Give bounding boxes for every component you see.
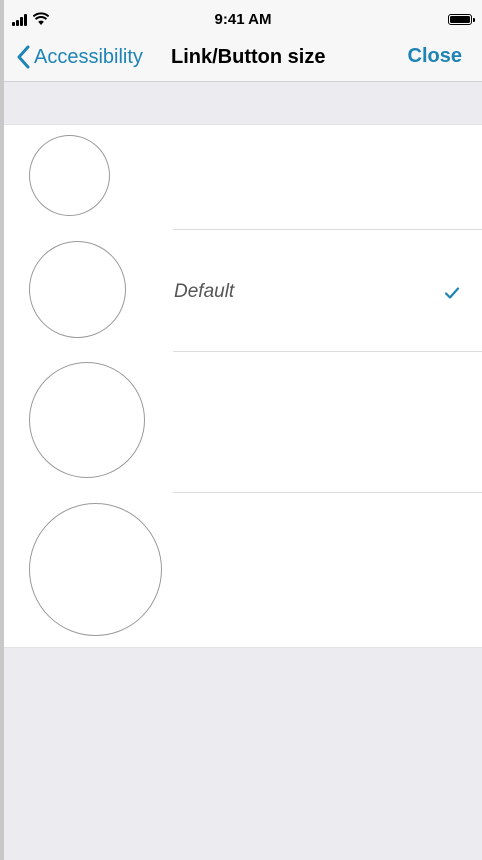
status-bar-top: [4, 0, 482, 8]
size-preview-circle: [29, 503, 162, 636]
page-title: Link/Button size: [171, 46, 326, 68]
status-bar: 9:41 AM: [4, 8, 482, 32]
checkmark-icon: [444, 287, 460, 299]
size-preview-circle: [29, 241, 126, 338]
screen: 9:41 AM Accessibility Link/Button size C…: [4, 0, 482, 860]
size-option-extra-large[interactable]: [4, 493, 482, 647]
size-preview-circle: [29, 362, 145, 478]
battery-icon: [448, 14, 475, 25]
size-option-label: Default: [174, 281, 235, 302]
chevron-left-icon: [17, 45, 30, 69]
size-option-default[interactable]: Default: [4, 230, 482, 352]
navigation-bar: Accessibility Link/Button size Close: [4, 32, 482, 82]
size-options-list: Default: [4, 124, 482, 648]
back-button[interactable]: Accessibility: [16, 44, 143, 70]
back-button-label: Accessibility: [34, 45, 143, 68]
size-option-large[interactable]: [4, 352, 482, 493]
status-time: 9:41 AM: [214, 11, 272, 28]
size-preview-circle: [29, 135, 110, 216]
close-button[interactable]: Close: [408, 45, 462, 68]
size-option-small[interactable]: [4, 125, 482, 230]
